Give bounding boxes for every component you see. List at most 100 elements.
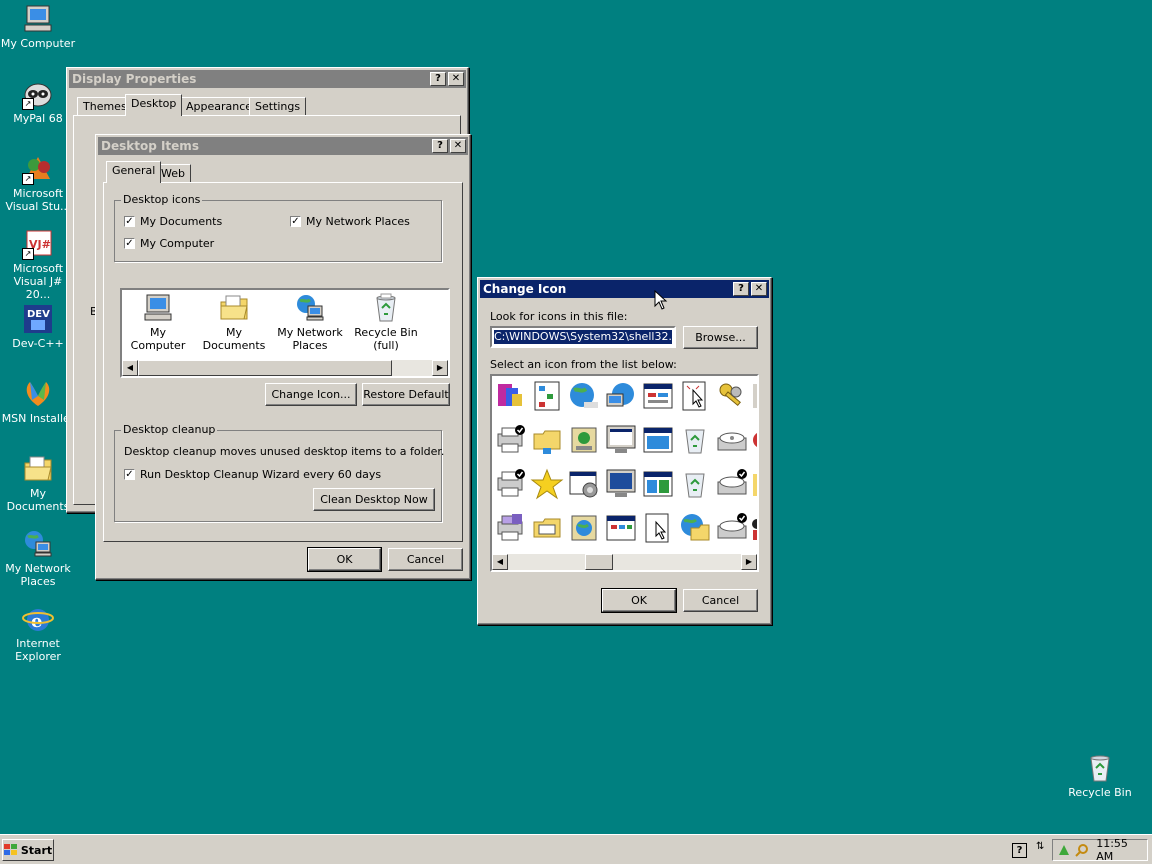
- checkbox-box[interactable]: ✓: [124, 469, 135, 480]
- desktop-icon-label: Microsoft Visual Stu...: [5, 187, 71, 213]
- change-icon-window[interactable]: Change Icon ? ✕ Look for icons in this f…: [477, 277, 772, 625]
- window-title: Desktop Items: [101, 139, 199, 153]
- scroll-thumb[interactable]: [585, 554, 613, 570]
- scroll-thumb[interactable]: [138, 360, 392, 376]
- list-item[interactable]: Re (: [426, 292, 448, 352]
- desktop-icon-internet-explorer[interactable]: e Internet Explorer: [0, 603, 76, 663]
- desktop-icon-visual-studio[interactable]: ↗ Microsoft Visual Stu...: [0, 153, 76, 213]
- help-button[interactable]: ?: [733, 282, 749, 296]
- desktop-icon-my-documents[interactable]: My Documents: [0, 453, 76, 513]
- help-tray-icon[interactable]: ?: [1012, 843, 1027, 858]
- icon-cell: [534, 381, 560, 411]
- desktop-icon-list[interactable]: My Computer My Documents My Network Plac…: [120, 288, 450, 378]
- file-path-input[interactable]: C:\WINDOWS\System32\shell32.dll: [490, 326, 676, 348]
- desktop-icon-label: Microsoft Visual J# 20...: [12, 262, 64, 301]
- icon-cell: [643, 427, 673, 453]
- shortcut-arrow-icon: ↗: [22, 98, 34, 110]
- start-button[interactable]: Start: [2, 839, 54, 861]
- my-documents-icon: [22, 453, 54, 485]
- icon-cell: [752, 519, 757, 540]
- icon-cell: [606, 383, 634, 407]
- checkbox-label: My Network Places: [306, 215, 410, 228]
- desktop-icon-msn[interactable]: MSN Installer: [0, 378, 76, 425]
- icon-grid-scrollbar[interactable]: ◀ ▶: [492, 554, 757, 570]
- restore-default-button[interactable]: Restore Default: [362, 383, 450, 406]
- display-properties-titlebar[interactable]: Display Properties ? ✕: [69, 70, 466, 88]
- ok-button[interactable]: OK: [601, 588, 677, 613]
- desktop-icon-visual-j-sharp[interactable]: VJ# ↗ Microsoft Visual J# 20...: [0, 228, 76, 301]
- ok-button[interactable]: OK: [307, 547, 382, 572]
- desktop-icon-recycle-bin[interactable]: Recycle Bin: [1062, 752, 1138, 799]
- scroll-left-icon[interactable]: ◀: [492, 554, 508, 570]
- list-item[interactable]: Recycle Bin (full): [350, 292, 422, 352]
- change-icon-button[interactable]: Change Icon...: [265, 383, 357, 406]
- network-places-icon: [294, 292, 326, 324]
- checkbox-box[interactable]: ✓: [290, 216, 301, 227]
- cancel-button[interactable]: Cancel: [388, 548, 463, 571]
- desktop-icons-group: Desktop icons: [114, 193, 442, 262]
- checkbox-label: Run Desktop Cleanup Wizard every 60 days: [140, 468, 382, 481]
- tab-settings[interactable]: Settings: [249, 97, 307, 116]
- browse-button[interactable]: Browse...: [683, 326, 758, 349]
- tab-desktop[interactable]: Desktop: [125, 94, 183, 116]
- checkbox-my-network-places[interactable]: ✓ My Network Places: [290, 215, 410, 228]
- checkbox-my-computer[interactable]: ✓ My Computer: [124, 237, 214, 250]
- scroll-left-icon[interactable]: ◀: [122, 360, 138, 376]
- desktop-icon-my-computer[interactable]: My Computer: [0, 3, 76, 50]
- scroll-right-icon[interactable]: ▶: [741, 554, 757, 570]
- visual-j-sharp-icon: VJ# ↗: [22, 228, 54, 260]
- checkbox-my-documents[interactable]: ✓ My Documents: [124, 215, 222, 228]
- windows-logo-icon: [3, 844, 17, 855]
- icon-cell: [498, 384, 522, 406]
- icon-cell: [717, 513, 747, 539]
- icon-cell: [497, 469, 525, 497]
- close-button[interactable]: ✕: [448, 72, 464, 86]
- help-button[interactable]: ?: [430, 72, 446, 86]
- tab-general[interactable]: General: [106, 161, 162, 183]
- checkbox-label: My Documents: [140, 215, 223, 228]
- clean-desktop-now-button[interactable]: Clean Desktop Now: [313, 488, 435, 511]
- close-button[interactable]: ✕: [450, 139, 466, 153]
- help-button[interactable]: ?: [432, 139, 448, 153]
- checkbox-box[interactable]: ✓: [124, 238, 135, 249]
- icon-cell: [753, 474, 757, 496]
- green-tray-icon[interactable]: [1057, 843, 1071, 857]
- change-icon-titlebar[interactable]: Change Icon ? ✕: [480, 280, 769, 298]
- start-label: Start: [20, 843, 53, 857]
- scroll-right-icon[interactable]: ▶: [432, 360, 448, 376]
- my-computer-icon: [142, 292, 174, 324]
- shortcut-arrow-icon: ↗: [22, 248, 34, 260]
- icon-list-scrollbar[interactable]: ◀ ▶: [122, 360, 448, 376]
- checkbox-cleanup-wizard[interactable]: ✓ Run Desktop Cleanup Wizard every 60 da…: [124, 468, 381, 481]
- close-button[interactable]: ✕: [751, 282, 767, 296]
- icon-cell: [497, 514, 523, 541]
- search-tray-icon[interactable]: [1074, 843, 1089, 857]
- network-tray-icon[interactable]: ⇅: [1036, 841, 1044, 852]
- desktop-icon-label: My Computer: [0, 37, 76, 50]
- checkbox-box[interactable]: ✓: [124, 216, 135, 227]
- icon-cell: [606, 469, 636, 497]
- svg-text:DEV: DEV: [27, 309, 50, 320]
- icon-cell: [645, 513, 669, 543]
- shortcut-arrow-icon: ↗: [22, 173, 34, 185]
- icon-cell: [681, 514, 710, 541]
- mypal-icon: ↗: [22, 78, 54, 110]
- taskbar: Start ? ⇅ 11:55 AM: [0, 834, 1152, 864]
- list-item[interactable]: My Computer: [122, 292, 194, 352]
- desktop-items-titlebar[interactable]: Desktop Items ? ✕: [98, 137, 468, 155]
- tab-appearance[interactable]: Appearance: [180, 97, 259, 116]
- desktop-icon-mypal[interactable]: ↗ MyPal 68: [0, 78, 76, 125]
- mouse-cursor-icon: [654, 290, 668, 310]
- icon-cell: [717, 432, 747, 451]
- cancel-button[interactable]: Cancel: [683, 589, 758, 612]
- icon-cell: [530, 468, 564, 500]
- icon-grid[interactable]: ◀ ▶: [490, 374, 759, 572]
- desktop-items-window[interactable]: Desktop Items ? ✕ General Web Desktop ic…: [95, 134, 471, 580]
- list-item-label-2: (full): [373, 339, 399, 352]
- list-item-label: Recycle Bin: [354, 326, 418, 339]
- list-item[interactable]: My Documents: [198, 292, 270, 352]
- desktop-icon-network-places[interactable]: My Network Places: [0, 528, 76, 588]
- list-item[interactable]: My Network Places: [274, 292, 346, 352]
- desktop-icon-dev-cpp[interactable]: DEV Dev-C++: [0, 303, 76, 350]
- icon-cell: [643, 383, 673, 409]
